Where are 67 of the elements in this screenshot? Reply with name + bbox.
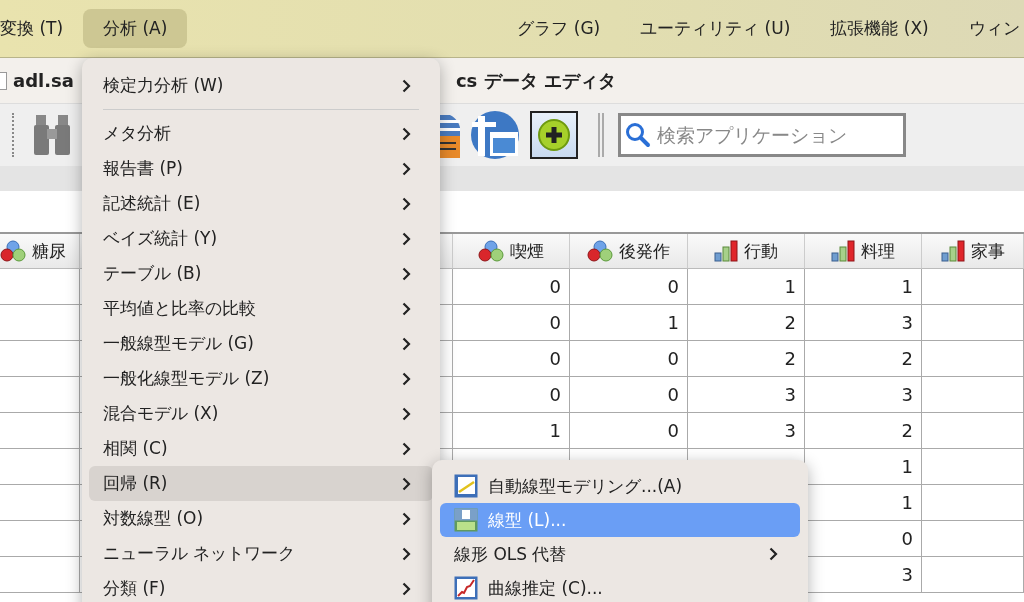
table-cell: 1 [805,269,922,305]
file-name: adl.sa [13,70,74,91]
table-cell: 0 [570,269,688,305]
menu-bar-item[interactable]: 拡張機能 (X) [810,9,949,48]
table-cell: 0 [453,305,570,341]
menu-item[interactable]: 一般化線型モデル (Z) [89,361,433,396]
nominal-icon [0,240,26,262]
column-header[interactable]: 糖尿 [0,234,80,269]
column-header[interactable]: 後発作 [570,234,688,269]
menu-item[interactable]: メタ分析 [89,116,433,151]
menu-item[interactable]: 記述統計 (E) [89,186,433,221]
table-cell: 3 [688,377,805,413]
menu-item[interactable]: 回帰 (R) [89,466,433,501]
menu-bar-item[interactable]: ウィン [948,9,1024,48]
window-title: cs データ エディタ [455,68,616,93]
table-cell: 0 [570,377,688,413]
menu-item[interactable]: 混合モデル (X) [89,396,433,431]
scale-icon [940,240,965,262]
menu-item[interactable]: 報告書 (P) [89,151,433,186]
table-cell: 2 [688,305,805,341]
add-button[interactable] [530,111,578,159]
regression-icon [454,508,478,532]
nominal-icon [587,240,613,262]
table-cell: 1 [453,413,570,449]
table-cell: 3 [805,377,922,413]
menu-item[interactable]: 相関 (C) [89,431,433,466]
curve-chart-icon [454,576,478,600]
menu-item[interactable]: 自動線型モデリング...(A) [440,469,800,503]
menu-bar-item[interactable]: ユーティリティ (U) [620,9,811,48]
scale-icon [714,240,738,262]
search-icon [625,122,651,148]
menu-item[interactable]: 分類 (F) [89,571,433,602]
menu-item[interactable]: 曲線推定 (C)... [440,571,800,602]
table-cell: 0 [453,269,570,305]
table-cell: 2 [805,341,922,377]
table-cell: 0 [453,377,570,413]
menu-item[interactable]: ベイズ統計 (Y) [89,221,433,256]
column-header[interactable]: 料理 [805,234,922,269]
document-icon [0,71,7,90]
column-header[interactable]: 喫煙 [453,234,570,269]
menu-item[interactable]: 検定力分析 (W) [89,68,433,103]
scale-icon [831,240,855,262]
column-header[interactable]: 家事 [922,234,1024,269]
binoculars-icon[interactable] [32,113,72,157]
table-cell: 3 [688,413,805,449]
menu-item[interactable]: 一般線型モデル (G) [89,326,433,361]
table-cell: 2 [688,341,805,377]
line-chart-icon [454,474,478,498]
menu-bar-item[interactable]: 分析 (A) [83,9,188,48]
table-cell: 2 [805,413,922,449]
table-cell: 0 [453,341,570,377]
menu-item[interactable]: 線形 OLS 代替 [440,537,800,571]
table-cell: 1 [570,305,688,341]
nominal-icon [478,240,504,262]
menu-bar-item[interactable]: グラフ (G) [497,9,621,48]
insert-variable-icon[interactable] [470,110,520,160]
menu-item[interactable]: ニューラル ネットワーク [89,536,433,571]
menu-item[interactable]: 対数線型 (O) [89,501,433,536]
table-cell: 0 [570,341,688,377]
table-cell: 1 [688,269,805,305]
column-header[interactable]: 行動 [688,234,805,269]
table-cell: 3 [805,305,922,341]
menu-item[interactable]: 平均値と比率の比較 [89,291,433,326]
search-field[interactable]: 検索アプリケーション [618,113,906,157]
menu-item[interactable]: テーブル (B) [89,256,433,291]
menu-bar-item[interactable]: 変換 (T) [0,9,84,48]
table-cell: 0 [570,413,688,449]
